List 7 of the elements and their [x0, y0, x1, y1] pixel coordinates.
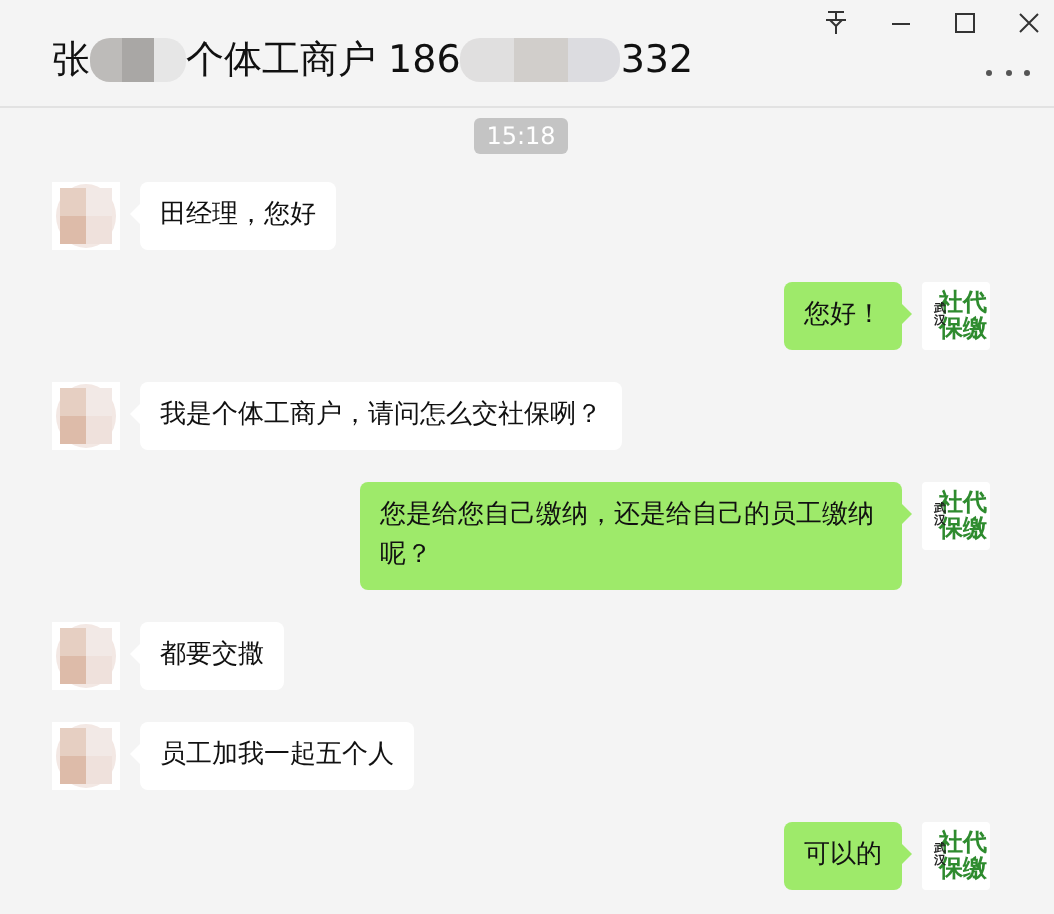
close-icon[interactable] [1014, 8, 1042, 36]
maximize-icon[interactable] [950, 8, 978, 36]
window-title: 张 个体工商户 186 332 [52, 36, 694, 86]
timestamp: 15:18 [474, 118, 568, 154]
more-icon[interactable] [986, 66, 1030, 78]
pin-icon[interactable] [822, 8, 850, 36]
blurred-block [90, 38, 186, 82]
